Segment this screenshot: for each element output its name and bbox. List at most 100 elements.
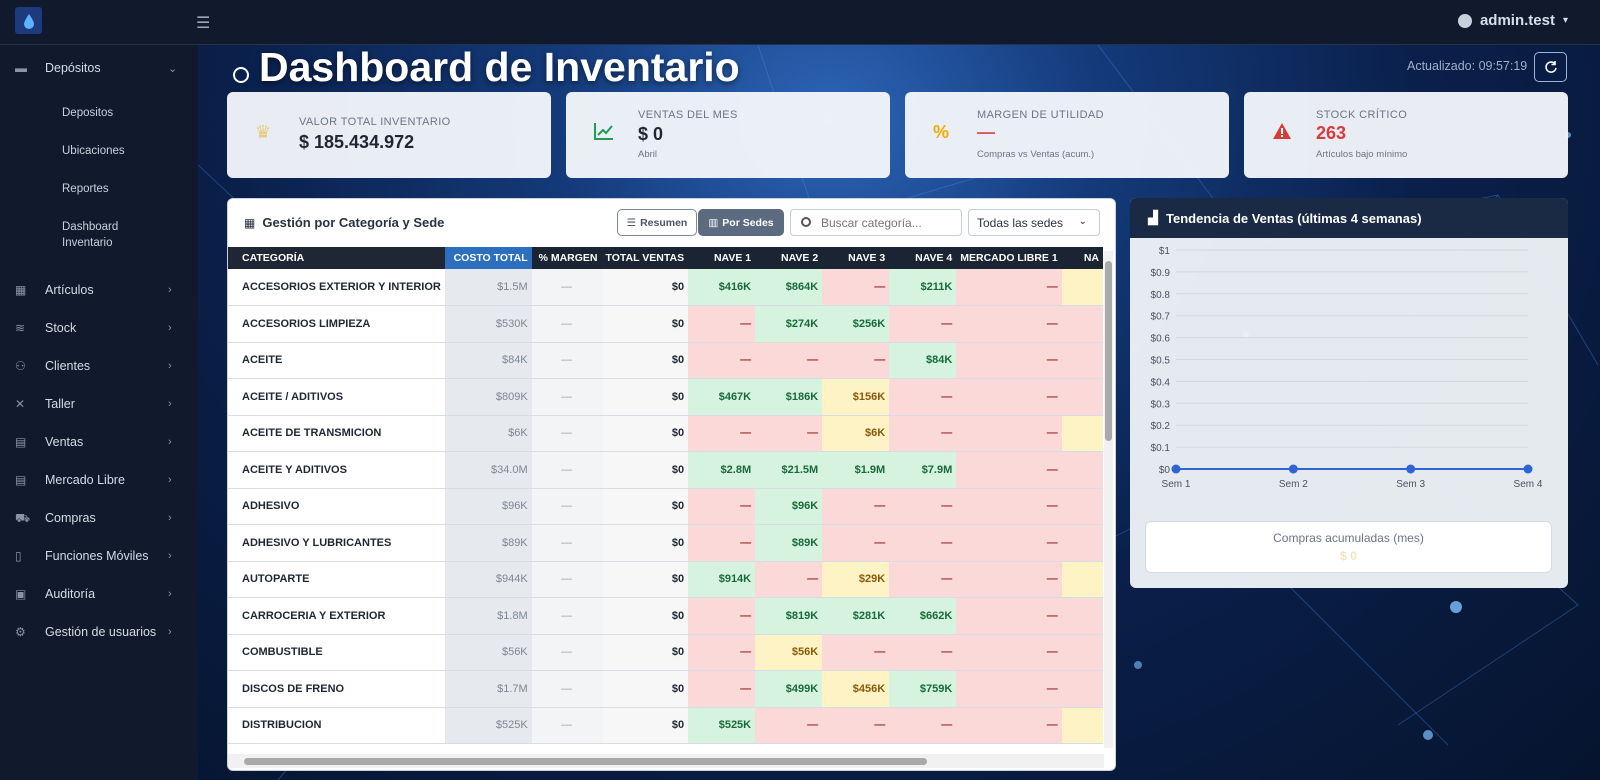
- cell-nave-1: —: [688, 415, 756, 452]
- table-row[interactable]: ACCESORIOS LIMPIEZA $530K — $0— $274K $256K — —: [228, 305, 1103, 343]
- col-na[interactable]: NA: [1061, 247, 1103, 269]
- sidebar-item-mercado-libre[interactable]: ▤ Mercado Libre ›: [0, 469, 198, 491]
- sidebar-item-stock[interactable]: ≋ Stock ›: [0, 317, 198, 339]
- sidebar-item-label: Depósitos: [45, 61, 101, 75]
- cell-nave-2: —: [755, 561, 823, 598]
- logo-icon[interactable]: [15, 7, 42, 34]
- cell-mercado-libre-1: —: [956, 269, 1062, 306]
- cell-nave-1: —: [688, 488, 756, 525]
- cell-mercado-libre-1: —: [956, 707, 1062, 744]
- cell-nave-4: $7.9M: [889, 451, 957, 489]
- col-nave-1[interactable]: NAVE 1: [688, 247, 756, 269]
- chart-panel-title: Tendencia de Ventas (últimas 4 semanas): [1166, 210, 1422, 226]
- horizontal-scrollbar[interactable]: [228, 754, 1104, 768]
- cell-costo: $84K: [444, 342, 532, 379]
- vertical-scrollbar[interactable]: [1104, 251, 1113, 748]
- sede-select-value: Todas las sedes: [977, 215, 1064, 230]
- col-categoria[interactable]: CATEGORÍA: [228, 247, 445, 269]
- page-title: Dashboard de Inventario: [233, 44, 740, 91]
- table-row[interactable]: DISTRIBUCION $525K — $0 $525K — — — —: [228, 707, 1103, 744]
- cell-margen: —: [531, 670, 602, 708]
- menu-icon[interactable]: ☰: [196, 13, 210, 33]
- sidebar-subitem-dashboard[interactable]: Dashboard Inventario: [62, 219, 132, 251]
- resumen-button[interactable]: ☰ Resumen: [617, 209, 697, 236]
- cell-nave-1: $467K: [688, 378, 756, 416]
- cell-nave-4: —: [889, 634, 957, 671]
- sidebar-item-articulos[interactable]: ▦ Artículos ›: [0, 279, 198, 301]
- por-sedes-button[interactable]: ▥ Por Sedes: [698, 209, 784, 236]
- col-mercado-libre-1[interactable]: MERCADO LIBRE 1: [956, 247, 1062, 269]
- table-row[interactable]: AUTOPARTE $944K — $0 $914K — $29K — —: [228, 561, 1103, 598]
- cell-categoria: DISCOS DE FRENO: [228, 670, 445, 708]
- table-row[interactable]: ACEITE / ADITIVOS $809K — $0 $467K $186K $156K…: [228, 378, 1103, 416]
- col-nave-2[interactable]: NAVE 2: [755, 247, 823, 269]
- data-point[interactable]: [1523, 464, 1533, 474]
- page-title-text: Dashboard de Inventario: [259, 44, 740, 90]
- table-body: ACCESORIOS EXTERIOR Y INTERIOR $1.5M — $0 $4…: [228, 269, 1103, 744]
- chevron-right-icon: ›: [168, 284, 172, 296]
- table-row[interactable]: ACCESORIOS EXTERIOR Y INTERIOR $1.5M — $0 $4…: [228, 269, 1103, 306]
- sidebar-item-funciones-moviles[interactable]: ▯ Funciones Móviles ›: [0, 545, 198, 567]
- col-margen[interactable]: % MARGEN: [531, 247, 602, 269]
- cell-ventas: $0: [601, 561, 689, 598]
- user-menu[interactable]: admin.test ▾: [1457, 12, 1568, 29]
- sidebar-subitem-depositos[interactable]: Depositos: [62, 105, 113, 121]
- table-row[interactable]: COMBUSTIBLE $56K — $0— $56K — — —: [228, 634, 1103, 671]
- cell-categoria: ADHESIVO Y LUBRICANTES: [228, 524, 445, 562]
- kpi-margen: % MARGEN DE UTILIDAD — Compras vs Ventas…: [905, 92, 1229, 178]
- table-row[interactable]: ACEITE $84K — $0— — — $84K —: [228, 342, 1103, 379]
- cart-icon: ⛟: [15, 511, 31, 525]
- cell-margen: —: [531, 305, 602, 343]
- cell-margen: —: [531, 378, 602, 416]
- scrollbar-thumb[interactable]: [244, 758, 927, 765]
- sidebar-item-usuarios[interactable]: ⚙ Gestión de usuarios ›: [0, 621, 198, 643]
- cell-nave-3: $1.9M: [822, 451, 890, 489]
- y-tick-label: $0.5: [1151, 356, 1171, 367]
- table-row[interactable]: ACEITE Y ADITIVOS $34.0M — $0 $2.8M $21.5M $1.…: [228, 451, 1103, 489]
- scrollbar-thumb[interactable]: [1105, 261, 1112, 441]
- sidebar-item-depositos[interactable]: ▬ Depósitos ⌄: [0, 57, 198, 79]
- refresh-button[interactable]: [1534, 52, 1567, 82]
- col-total-ventas[interactable]: TOTAL VENTAS: [601, 247, 689, 269]
- sidebar-item-compras[interactable]: ⛟ Compras ›: [0, 507, 198, 529]
- col-costo-total[interactable]: COSTO TOTAL: [444, 247, 532, 269]
- data-point[interactable]: [1406, 464, 1416, 474]
- col-nave-4[interactable]: NAVE 4: [889, 247, 957, 269]
- cell-nave-1: —: [688, 524, 756, 562]
- y-tick-label: $0.1: [1151, 443, 1171, 454]
- kpi-ventas-mes: VENTAS DEL MES $ 0 Abril: [566, 92, 890, 178]
- kpi-sub: Compras vs Ventas (acum.): [977, 149, 1095, 160]
- sidebar-item-clientes[interactable]: ⚇ Clientes ›: [0, 355, 198, 377]
- cell-mercado-libre-1: —: [956, 634, 1062, 671]
- data-point[interactable]: [1171, 464, 1181, 474]
- chevron-right-icon: ›: [168, 550, 172, 562]
- table-row[interactable]: CARROCERIA Y EXTERIOR $1.8M — $0— $819K $281K…: [228, 597, 1103, 635]
- sidebar-subitem-reportes[interactable]: Reportes: [62, 181, 109, 197]
- table-row[interactable]: ADHESIVO $96K — $0— $96K — — —: [228, 488, 1103, 525]
- sidebar-item-label: Stock: [45, 321, 77, 335]
- cell-na: [1061, 342, 1103, 379]
- table-row[interactable]: ACEITE DE TRANSMICION $6K — $0— — $6K — —: [228, 415, 1103, 452]
- table-row[interactable]: DISCOS DE FRENO $1.7M — $0— $499K $456K $759K —: [228, 670, 1103, 708]
- table-row[interactable]: ADHESIVO Y LUBRICANTES $89K — $0— $89K — — —: [228, 524, 1103, 562]
- sidebar-subitem-ubicaciones[interactable]: Ubicaciones: [62, 143, 125, 159]
- user-gear-icon: ⚙: [15, 625, 26, 639]
- chevron-right-icon: ›: [168, 322, 172, 334]
- cell-costo: $530K: [444, 305, 532, 343]
- cell-nave-2: $819K: [755, 597, 823, 635]
- sede-select[interactable]: Todas las sedes ⌄: [968, 209, 1100, 236]
- col-nave-3[interactable]: NAVE 3: [822, 247, 890, 269]
- x-tick-label: Sem 2: [1279, 479, 1308, 490]
- sidebar-item-taller[interactable]: ✕ Taller ›: [0, 393, 198, 415]
- cell-ventas: $0: [601, 415, 689, 452]
- search-input[interactable]: [821, 215, 949, 230]
- kpi-valor-total: ♛ VALOR TOTAL INVENTARIO $ 185.434.972: [227, 92, 551, 178]
- chevron-down-icon: ▾: [1562, 15, 1568, 26]
- sidebar-item-auditoria[interactable]: ▣ Auditoría ›: [0, 583, 198, 605]
- sidebar-item-label: Clientes: [45, 359, 91, 373]
- sidebar-item-ventas[interactable]: ▤ Ventas ›: [0, 431, 198, 453]
- data-point[interactable]: [1288, 464, 1298, 474]
- cell-ventas: $0: [601, 451, 689, 489]
- chevron-down-icon: ⌄: [168, 62, 178, 75]
- cell-nave-4: $662K: [889, 597, 957, 635]
